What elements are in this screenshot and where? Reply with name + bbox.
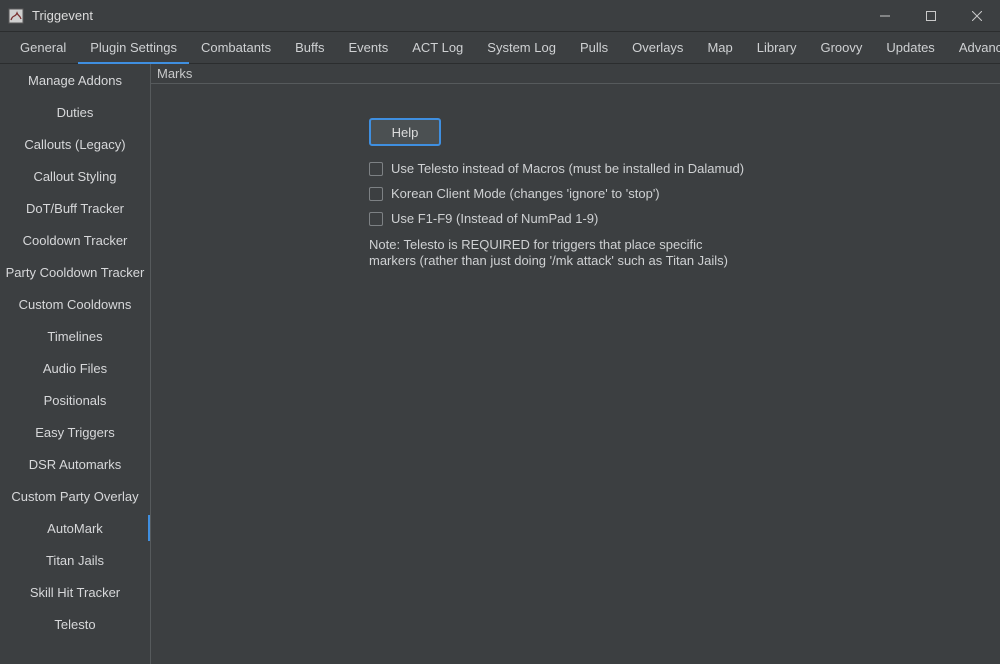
tab-act-log[interactable]: ACT Log (400, 32, 475, 63)
note-text: Note: Telesto is REQUIRED for triggers t… (369, 237, 749, 270)
maximize-button[interactable] (908, 0, 954, 32)
sidebar-item-party-cooldown-tracker[interactable]: Party Cooldown Tracker (0, 256, 150, 288)
checkbox-icon[interactable] (369, 212, 383, 226)
sidebar-item-audio-files[interactable]: Audio Files (0, 352, 150, 384)
sidebar-item-custom-cooldowns[interactable]: Custom Cooldowns (0, 288, 150, 320)
sidebar-item-skill-hit-tracker[interactable]: Skill Hit Tracker (0, 576, 150, 608)
sidebar-item-easy-triggers[interactable]: Easy Triggers (0, 416, 150, 448)
sidebar-item-positionals[interactable]: Positionals (0, 384, 150, 416)
sidebar-item-custom-party-overlay[interactable]: Custom Party Overlay (0, 480, 150, 512)
option-label: Korean Client Mode (changes 'ignore' to … (391, 186, 660, 201)
option-use-fkeys[interactable]: Use F1-F9 (Instead of NumPad 1-9) (369, 206, 1000, 231)
sidebar-item-cooldown-tracker[interactable]: Cooldown Tracker (0, 224, 150, 256)
tab-advanced[interactable]: Advanced (947, 32, 1000, 63)
sidebar-item-dot-buff-tracker[interactable]: DoT/Buff Tracker (0, 192, 150, 224)
sidebar-item-manage-addons[interactable]: Manage Addons (0, 64, 150, 96)
sidebar-item-callout-styling[interactable]: Callout Styling (0, 160, 150, 192)
section-header: Marks (151, 64, 1000, 84)
main-area: Manage Addons Duties Callouts (Legacy) C… (0, 64, 1000, 664)
content-body: Help Use Telesto instead of Macros (must… (151, 84, 1000, 664)
tab-buffs[interactable]: Buffs (283, 32, 336, 63)
sidebar-item-titan-jails[interactable]: Titan Jails (0, 544, 150, 576)
tab-general[interactable]: General (8, 32, 78, 63)
sidebar-item-automark[interactable]: AutoMark (0, 512, 150, 544)
help-button[interactable]: Help (369, 118, 441, 146)
tab-plugin-settings[interactable]: Plugin Settings (78, 32, 189, 63)
option-label: Use F1-F9 (Instead of NumPad 1-9) (391, 211, 598, 226)
tab-overlays[interactable]: Overlays (620, 32, 695, 63)
sidebar-item-timelines[interactable]: Timelines (0, 320, 150, 352)
tab-combatants[interactable]: Combatants (189, 32, 283, 63)
sidebar-item-dsr-automarks[interactable]: DSR Automarks (0, 448, 150, 480)
sidebar-item-duties[interactable]: Duties (0, 96, 150, 128)
tab-library[interactable]: Library (745, 32, 809, 63)
tab-updates[interactable]: Updates (874, 32, 946, 63)
content-panel: Marks Help Use Telesto instead of Macros… (151, 64, 1000, 664)
tab-system-log[interactable]: System Log (475, 32, 568, 63)
sidebar-item-callouts-legacy[interactable]: Callouts (Legacy) (0, 128, 150, 160)
checkbox-icon[interactable] (369, 187, 383, 201)
close-button[interactable] (954, 0, 1000, 32)
plugin-settings-sidebar: Manage Addons Duties Callouts (Legacy) C… (0, 64, 151, 664)
tab-groovy[interactable]: Groovy (808, 32, 874, 63)
tab-map[interactable]: Map (695, 32, 744, 63)
option-label: Use Telesto instead of Macros (must be i… (391, 161, 744, 176)
sidebar-item-telesto[interactable]: Telesto (0, 608, 150, 640)
window-title: Triggevent (32, 8, 93, 23)
top-tabs: General Plugin Settings Combatants Buffs… (0, 32, 1000, 64)
checkbox-icon[interactable] (369, 162, 383, 176)
title-bar: Triggevent (0, 0, 1000, 32)
tab-pulls[interactable]: Pulls (568, 32, 620, 63)
option-use-telesto[interactable]: Use Telesto instead of Macros (must be i… (369, 156, 1000, 181)
tab-events[interactable]: Events (336, 32, 400, 63)
minimize-button[interactable] (862, 0, 908, 32)
app-icon (8, 8, 24, 24)
option-korean-mode[interactable]: Korean Client Mode (changes 'ignore' to … (369, 181, 1000, 206)
